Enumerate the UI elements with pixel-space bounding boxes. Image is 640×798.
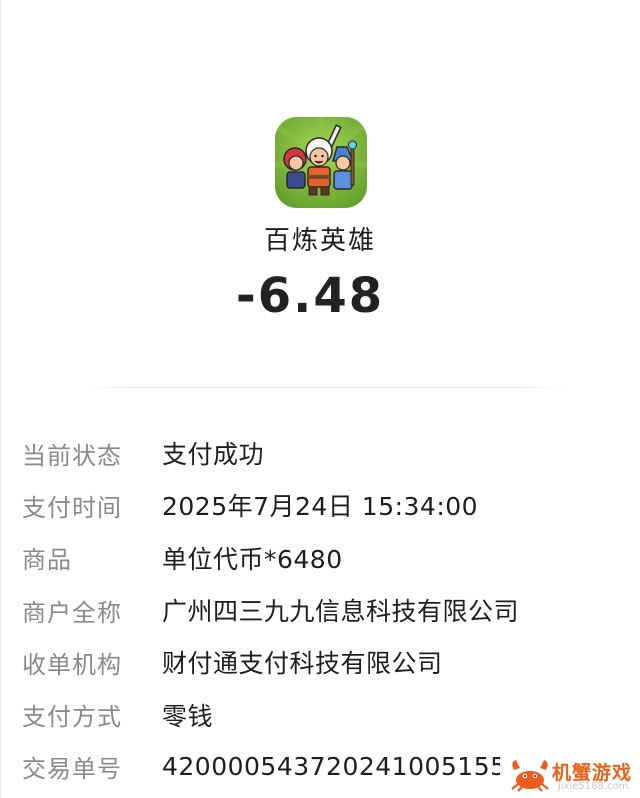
detail-row-time: 支付时间 2025年7月24日 15:34:00	[0, 479, 640, 531]
merchant-name: 百炼英雄	[263, 226, 376, 256]
detail-label: 支付时间	[22, 493, 122, 522]
transaction-id-value[interactable]: 420000543720241005155	[162, 752, 507, 781]
detail-value: 2025年7月24日 15:34:00	[162, 492, 479, 522]
crab-logo-icon	[511, 760, 549, 792]
detail-label: 收单机构	[22, 650, 122, 679]
site-watermark: 机蟹游戏 jixie5188.com	[500, 750, 640, 798]
payment-amount: -6.48	[235, 268, 385, 324]
transaction-details: 当前状态 支付成功 支付时间 2025年7月24日 15:34:00 商品 单位…	[0, 427, 640, 793]
game-app-icon	[275, 117, 367, 208]
detail-label: 商品	[22, 546, 72, 575]
detail-row-product: 商品 单位代币*6480	[0, 532, 640, 584]
detail-label: 商户全称	[22, 598, 122, 627]
detail-row-status: 当前状态 支付成功	[0, 427, 640, 479]
payment-detail-page: 百炼英雄 -6.48 当前状态 支付成功 支付时间 2025年7月24日 15:…	[0, 0, 640, 798]
merchant-header: 百炼英雄 -6.48	[0, 0, 640, 388]
detail-value: 财付通支付科技有限公司	[162, 649, 443, 679]
detail-label: 当前状态	[22, 441, 122, 470]
detail-value: 单位代币*6480	[162, 544, 343, 574]
detail-value: 支付成功	[162, 440, 265, 470]
detail-label: 交易单号	[22, 755, 122, 784]
detail-row-merchant-fullname: 商户全称 广州四三九九信息科技有限公司	[0, 584, 640, 636]
detail-row-payment-method: 支付方式 零钱	[0, 688, 640, 740]
detail-value: 零钱	[162, 701, 214, 731]
detail-value[interactable]: 广州四三九九信息科技有限公司	[162, 592, 519, 628]
detail-label: 支付方式	[22, 703, 122, 732]
detail-row-acquirer: 收单机构 财付通支付科技有限公司	[0, 636, 640, 688]
divider	[80, 387, 570, 388]
watermark-url: jixie5188.com	[558, 781, 629, 792]
